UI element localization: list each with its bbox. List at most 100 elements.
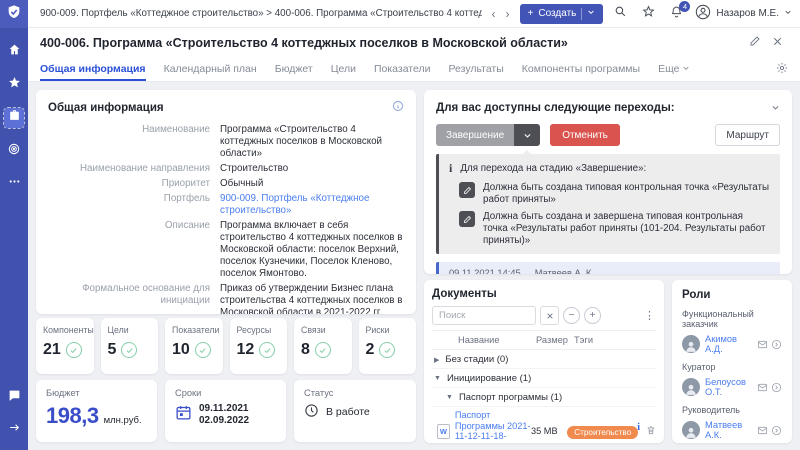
column-header-size[interactable]: Размер [536,335,574,345]
cancel-button[interactable]: Отменить [550,124,620,146]
general-info-panel: Общая информация Наименование Программа … [36,90,416,314]
close-button[interactable] [766,32,788,54]
profile-arrow-icon[interactable] [771,425,782,436]
stat-value: 8 [301,341,310,359]
status-card: Статус В работе [294,380,416,442]
stat-card-resources[interactable]: Ресурсы 12 [230,318,288,374]
stat-card-goals[interactable]: Цели 5 [101,318,159,374]
info-icon[interactable] [392,99,404,117]
clear-search-button[interactable] [540,306,559,325]
finish-dropdown-button[interactable] [514,124,540,146]
stat-card-risks[interactable]: Риски 2 [359,318,417,374]
field-label: Приоритет [48,178,210,190]
sidebar-item-chat[interactable] [4,388,24,408]
document-row: W Паспорт Программы 2021-11-12-11-18-35.… [432,407,656,443]
tab-components[interactable]: Компоненты программы [522,58,640,81]
documents-search-input[interactable] [432,306,536,325]
chevron-down-icon [587,8,595,19]
search-button[interactable] [609,3,631,25]
edit-button[interactable] [744,32,766,54]
sidebar-item-more[interactable] [4,174,24,194]
sidebar-item-goals[interactable] [4,141,24,161]
history-author: Матвеев А. К. [535,268,594,274]
mail-icon[interactable] [757,339,768,350]
tab-more[interactable]: Еще [658,58,690,81]
dates-card: Сроки 09.11.2021 02.09.2022 [165,380,286,442]
requirement-text: Должна быть создана и завершена типовая … [483,211,770,247]
stat-card-components[interactable]: Компоненты 21 [36,318,94,374]
user-name: Назаров М.Е. [716,8,779,19]
document-group-initiation[interactable]: ▼ Инициирование (1) [432,369,656,388]
notification-badge: 4 [679,1,690,12]
document-info-icon[interactable]: i [637,422,640,440]
sidebar-item-favorites[interactable] [4,75,24,95]
requirements-title: Для перехода на стадию «Завершение»: [460,163,646,174]
tab-budget[interactable]: Бюджет [275,58,313,81]
sidebar [0,0,28,450]
sidebar-item-collapse[interactable] [4,420,24,440]
nav-back-icon[interactable]: ‹ [492,8,496,20]
mail-icon[interactable] [757,425,768,436]
requirement-item: Должна быть создана типовая контрольная … [447,182,770,206]
collapse-chevron-icon[interactable] [771,99,780,117]
ellipsis-icon [8,175,21,193]
transitions-title: Для вас доступны следующие переходы: [436,102,675,114]
profile-arrow-icon[interactable] [771,339,782,350]
document-group-passport[interactable]: ▼ Паспорт программы (1) [432,388,656,407]
document-group-no-stage[interactable]: ▶ Без стадии (0) [432,350,656,369]
calendar-icon [175,404,192,426]
search-icon [614,5,627,23]
documents-panel: Документы − + ⋮ Название Размер Тэги ▶ Б… [424,280,664,443]
profile-arrow-icon[interactable] [771,382,782,393]
settings-button[interactable] [776,58,788,81]
tab-goals[interactable]: Цели [331,58,356,81]
collapse-all-button[interactable]: − [563,307,580,324]
tag-badge[interactable]: Строительство [567,426,638,439]
arrow-right-icon [8,421,21,439]
topbar: 900-009. Портфель «Коттеджное строительс… [28,0,800,28]
page-header: 400-006. Программа «Строительство 4 котт… [28,28,800,58]
sidebar-item-home[interactable] [4,42,24,62]
column-header-tags[interactable]: Тэги [574,335,656,345]
requirement-item: Должна быть создана и завершена типовая … [447,211,770,247]
app-logo[interactable] [0,0,28,28]
role-person-link[interactable]: Белоусов О.Т. [705,377,752,397]
role-person-link[interactable]: Матвеев А.К. [705,420,752,440]
breadcrumb[interactable]: 900-009. Портфель «Коттеджное строительс… [40,8,482,19]
check-circle-icon [121,342,137,358]
tab-general-info[interactable]: Общая информация [40,58,146,81]
trash-icon[interactable] [646,422,656,440]
target-icon [7,142,21,161]
portfolio-link[interactable]: 900-009. Портфель «Коттеджное строительс… [220,193,404,217]
role-person-link[interactable]: Акимов А.Д. [705,334,752,354]
notifications-button[interactable]: 4 [665,3,687,25]
favorites-button[interactable] [637,3,659,25]
mail-icon[interactable] [757,382,768,393]
stat-card-links[interactable]: Связи 8 [294,318,352,374]
tab-results[interactable]: Результаты [448,58,503,81]
finish-button[interactable]: Завершение [436,124,514,146]
tab-indicators[interactable]: Показатели [374,58,431,81]
role-label: Функциональный заказчик [682,309,782,329]
role-row: Матвеев А.К. [682,420,782,440]
field-label: Наименование направления [48,163,210,175]
column-header-name[interactable]: Название [432,335,536,345]
document-link[interactable]: Паспорт Программы 2021-11-12-11-18-35.do… [455,410,531,443]
transition-requirements-box: i Для перехода на стадию «Завершение»: Д… [436,154,780,254]
expand-all-button[interactable]: + [584,307,601,324]
user-menu[interactable]: Назаров М.Е. [695,4,792,23]
chevron-down-icon: ▼ [434,375,441,382]
check-circle-icon [259,342,275,358]
check-circle-icon [379,342,395,358]
tab-calendar-plan[interactable]: Календарный план [164,58,257,81]
documents-menu-button[interactable]: ⋮ [644,309,656,322]
plus-icon: + [528,8,534,19]
sidebar-item-projects[interactable] [4,108,24,128]
route-button[interactable]: Маршрут [715,124,780,146]
create-button[interactable]: + Создать [520,4,604,24]
stat-card-indicators[interactable]: Показатели 10 [165,318,223,374]
nav-forward-icon[interactable]: › [506,8,510,20]
check-circle-icon [315,342,331,358]
budget-unit: млн.руб. [104,415,142,426]
avatar [682,335,700,353]
